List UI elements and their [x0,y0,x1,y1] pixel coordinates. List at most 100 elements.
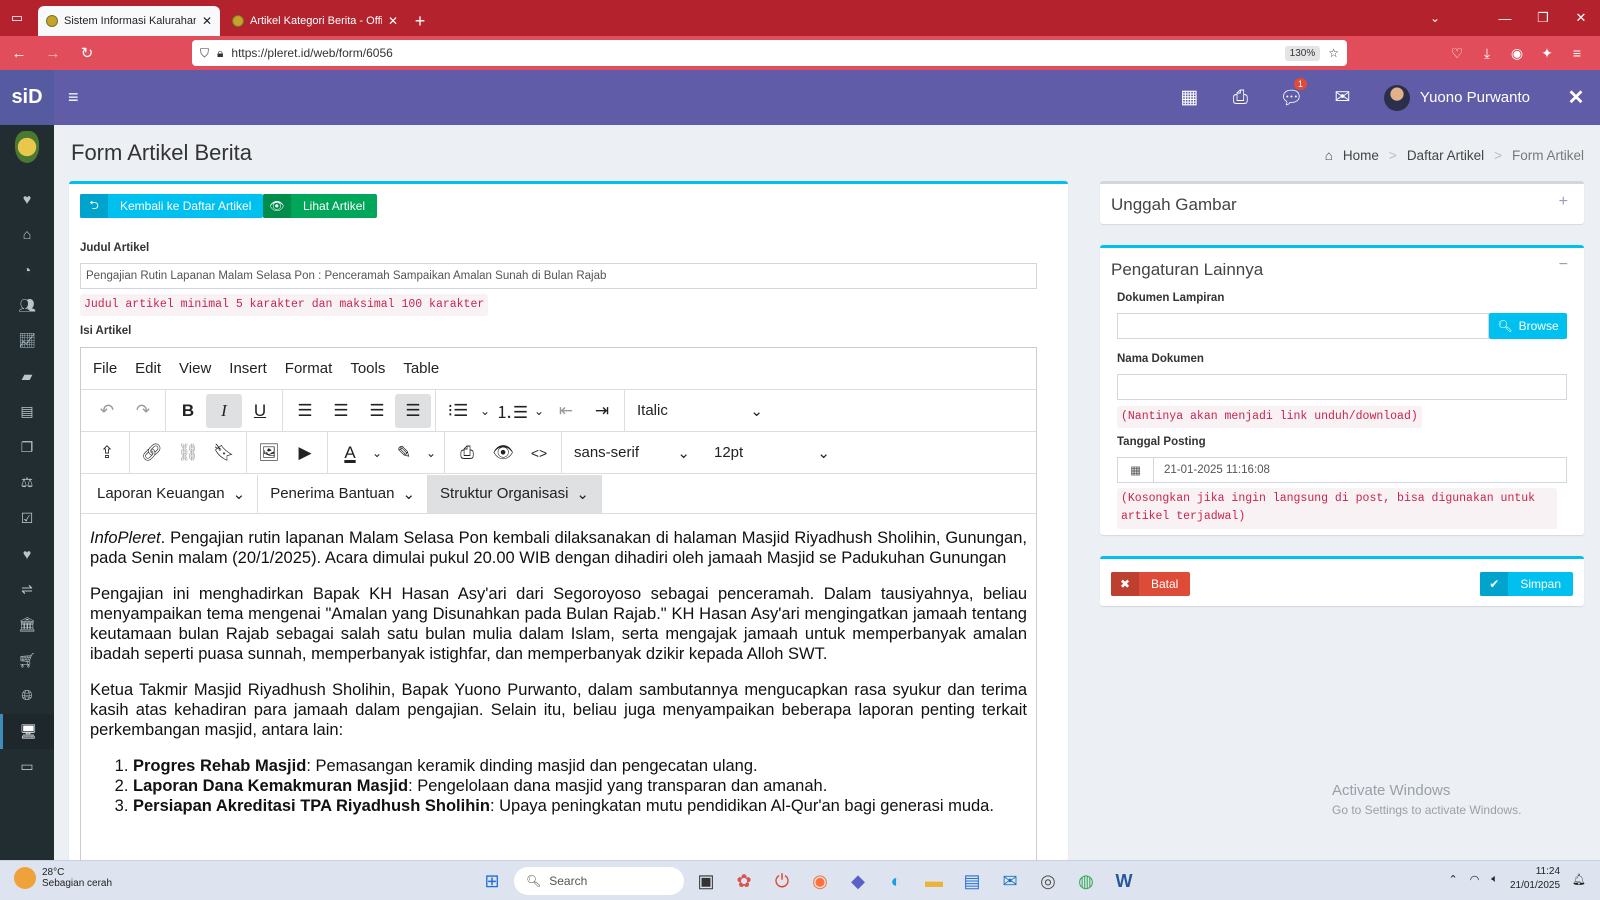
book-icon[interactable]: ▰ [0,359,54,395]
menu-table[interactable]: Table [403,360,439,377]
breadcrumb-home[interactable]: Home [1343,148,1379,163]
video-icon[interactable]: ▶ [287,436,323,470]
link-icon[interactable]: 🔗︎ [134,436,170,470]
menu-icon[interactable]: ≡ [1562,45,1592,61]
numbered-list-icon[interactable]: ⒈☰ [494,394,530,428]
back-to-list-button[interactable]: ⮌ Kembali ke Daftar Artikel [80,194,264,218]
check-square-icon[interactable]: ☑ [0,501,54,537]
download-icon[interactable]: ⤓ [1472,45,1502,62]
menu-edit[interactable]: Edit [135,360,161,377]
browser-tab-active[interactable]: Sistem Informasi Kalurahan Pleret ✕ [38,6,220,36]
calendar-icon[interactable]: ▦ [1164,86,1215,109]
menu-format[interactable]: Format [285,360,333,377]
chevron-down-icon[interactable]: ⌄ [368,436,386,470]
forward-arrow-icon[interactable]: → [38,38,68,68]
home-icon[interactable]: ⌂ [0,217,54,253]
font-family-select[interactable]: sans-serif ⌄ [562,436,702,470]
dashboard-icon[interactable]: ◔ [0,252,54,288]
file-explorer-icon[interactable]: ▬ [918,865,950,897]
firefox-icon[interactable]: ◉ [804,865,836,897]
judul-input[interactable]: Pengajian Rutin Lapanan Malam Selasa Pon… [80,263,1037,289]
highlight-color-icon[interactable]: ✎ [386,436,422,470]
indent-icon[interactable]: ⇥ [584,394,620,428]
bold-icon[interactable]: B [170,394,206,428]
user-menu[interactable]: Yuono Purwanto [1368,84,1552,111]
chevron-up-icon[interactable]: ⌃ [1449,873,1458,886]
inbox-icon[interactable]: ▭ [0,749,54,785]
users-icon[interactable]: 👥︎ [0,288,54,324]
code-icon[interactable]: <> [521,436,557,470]
cancel-button[interactable]: ✖ Batal [1111,572,1191,596]
upload-icon[interactable]: ⇪ [89,436,125,470]
address-bar[interactable]: ⛉ 🔒︎ https://pleret.id/web/form/6056 130… [192,40,1347,66]
close-tab-icon[interactable]: ✕ [388,14,398,28]
penerima-bantuan-dropdown[interactable]: Penerima Bantuan ⌄ [258,474,429,513]
comments-icon[interactable]: 💬︎ 1 [1266,77,1317,110]
align-left-icon[interactable]: ☰ [287,394,323,428]
menu-tools[interactable]: Tools [350,360,385,377]
office-icon[interactable]: ⏻ [766,865,798,897]
store-icon[interactable]: ▤ [956,865,988,897]
view-article-button[interactable]: 👁︎ Lihat Artikel [263,194,378,218]
globe-icon[interactable]: 🌐︎ [0,678,54,714]
chrome-icon[interactable]: ◍ [1070,865,1102,897]
camera-icon[interactable]: ◎ [1032,865,1064,897]
dokumen-lampiran-input[interactable] [1117,313,1489,339]
back-arrow-icon[interactable]: ← [4,38,34,68]
bookmark-icon[interactable]: 🔖︎ [206,436,242,470]
align-right-icon[interactable]: ☰ [359,394,395,428]
browse-button[interactable]: 🔍︎ Browse [1489,313,1567,339]
desktop-icon[interactable]: 🖥︎ [0,713,54,749]
tanggal-posting-field[interactable]: ▦ 21-01-2025 11:16:08 [1117,457,1567,483]
zoom-level[interactable]: 130% [1284,45,1321,61]
reload-icon[interactable]: ↻ [72,38,102,68]
underline-icon[interactable]: U [242,394,278,428]
close-tab-icon[interactable]: ✕ [202,14,212,28]
copilot-icon[interactable]: ✿ [728,865,760,897]
text-color-icon[interactable]: A [332,436,368,470]
volume-icon[interactable]: 🔈︎ [1491,873,1498,886]
image-icon[interactable]: 🖼︎ [251,436,287,470]
archive-icon[interactable]: ▤ [0,394,54,430]
italic-icon[interactable]: I [206,393,242,428]
teams-icon[interactable]: ◆ [842,865,874,897]
app-logo[interactable]: siD [0,70,54,125]
print-icon[interactable]: ⎙ [449,436,485,470]
preview-eye-icon[interactable]: 👁︎ [485,436,521,470]
sidebar-toggle-icon[interactable]: ≡ [68,87,79,108]
tab-list-chevron-icon[interactable]: ⌄ [1420,0,1450,36]
bullet-list-icon[interactable]: ⁝☰ [440,394,476,428]
chevron-down-icon[interactable]: ⌄ [476,394,494,428]
close-icon[interactable]: ✕ [1552,85,1600,110]
weather-widget[interactable]: 28°C Sebagian cerah [14,867,112,889]
chevron-down-icon[interactable]: ⌄ [422,436,440,470]
nama-dokumen-input[interactable] [1117,374,1567,400]
editor-content[interactable]: InfoPleret. Pengajian rutin lapanan Mala… [81,514,1036,830]
wifi-icon[interactable]: ◠ [1470,873,1480,886]
mail-icon[interactable]: ✉ [994,865,1026,897]
bookmark-star-icon[interactable]: ☆ [1328,46,1339,60]
chevron-down-icon[interactable]: ⌄ [530,394,548,428]
restore-icon[interactable]: ❐ [1524,0,1562,36]
save-button[interactable]: ✔ Simpan [1480,572,1573,596]
extensions-icon[interactable]: ✦ [1532,45,1562,62]
heart-icon[interactable]: ♥ [0,536,54,572]
pocket-icon[interactable]: ♡ [1442,45,1472,62]
new-tab-button[interactable]: + [406,6,434,36]
redo-icon[interactable]: ↷ [125,394,161,428]
account-icon[interactable]: ◉ [1502,45,1532,62]
edge-icon[interactable]: ◐ [880,865,912,897]
signpost-icon[interactable]: ⇌ [0,572,54,608]
laporan-keuangan-dropdown[interactable]: Laporan Keuangan ⌄ [85,474,259,513]
align-justify-icon[interactable]: ☰ [395,393,431,428]
windows-start-icon[interactable]: ⊞ [476,865,508,897]
minimize-icon[interactable]: — [1486,0,1524,36]
font-size-select[interactable]: 12pt ⌄ [702,436,842,470]
balance-scale-icon[interactable]: ⚖ [0,465,54,501]
word-icon[interactable]: W [1108,865,1140,897]
bank-icon[interactable]: 🏛︎ [0,607,54,643]
block-format-select[interactable]: Italic ⌄ [625,394,775,428]
breadcrumb-daftar-artikel[interactable]: Daftar Artikel [1407,148,1484,163]
chart-icon[interactable]: 📈︎ [0,323,54,359]
task-view-icon[interactable]: ▣ [690,865,722,897]
